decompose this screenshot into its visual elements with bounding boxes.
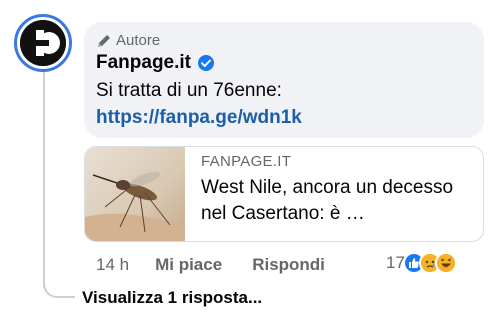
verified-badge-icon xyxy=(198,55,215,71)
page-name[interactable]: Fanpage.it xyxy=(96,52,191,74)
comment-text: Si tratta di un 76enne: xyxy=(96,80,282,101)
comment-actions: 14 h Mi piace Rispondi xyxy=(96,254,355,276)
fanpage-logo-icon xyxy=(20,20,66,66)
link-preview-title: West Nile, ancora un decesso nel Caserta… xyxy=(201,177,454,224)
comment-link[interactable]: https://fanpa.ge/wdn1k xyxy=(96,107,302,129)
comment-timestamp[interactable]: 14 h xyxy=(96,255,129,275)
mosquito-thumbnail-image xyxy=(85,147,185,241)
link-preview-card[interactable]: FANPAGE.IT West Nile, ancora un decesso … xyxy=(84,146,484,242)
like-button[interactable]: Mi piace xyxy=(155,255,222,275)
comment-bubble: Autore Fanpage.it Si tratta di un 76enne… xyxy=(84,22,484,138)
author-badge-label: Autore xyxy=(116,32,161,49)
view-replies-link[interactable]: Visualizza 1 risposta... xyxy=(82,288,262,308)
avatar[interactable] xyxy=(14,14,72,72)
reactions-summary[interactable]: 17 xyxy=(386,252,457,274)
comment-thread: Autore Fanpage.it Si tratta di un 76enne… xyxy=(0,0,500,326)
reply-button[interactable]: Rispondi xyxy=(252,255,325,275)
link-preview-domain: FANPAGE.IT xyxy=(201,153,292,170)
haha-icon xyxy=(434,252,457,274)
author-badge: Autore xyxy=(96,32,160,49)
thread-connector xyxy=(43,70,45,288)
pencil-icon xyxy=(98,34,110,47)
thread-connector-elbow xyxy=(43,270,75,298)
